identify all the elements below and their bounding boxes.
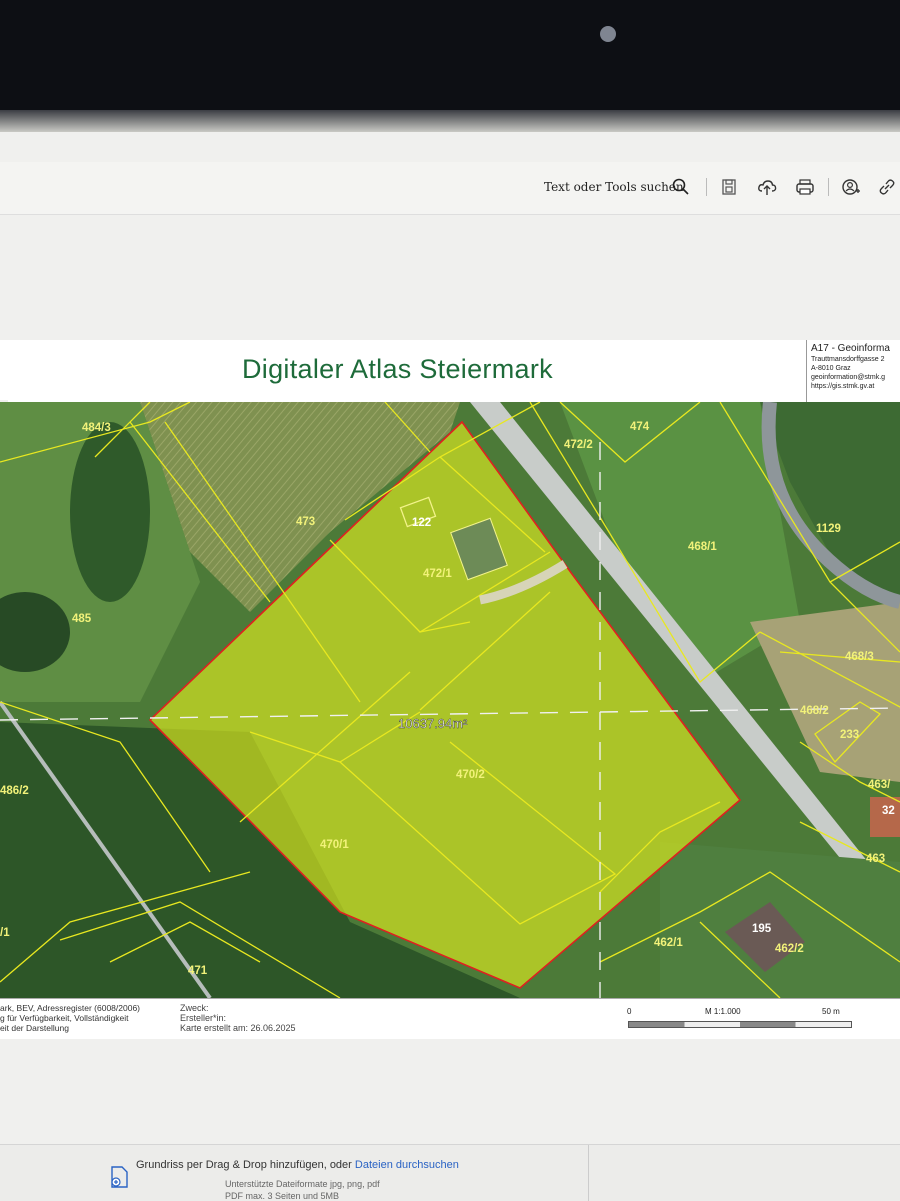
toolbar-separator: [706, 178, 707, 196]
parcel-label: 468/3: [845, 651, 874, 663]
scale-start: 0: [627, 1007, 632, 1016]
parcel-label: 462/2: [775, 943, 804, 955]
link-icon[interactable]: [876, 176, 898, 198]
parcel-label: 472/2: [564, 439, 593, 451]
parcel-label: 472/1: [423, 568, 452, 580]
copyright-notes: ark, BEV, Adressregister (6008/2006) g f…: [0, 1003, 140, 1033]
cloud-upload-icon[interactable]: [756, 176, 778, 198]
info-org: A17 - Geoinforma: [811, 343, 890, 354]
info-street: Trauttmansdorffgasse 2: [811, 356, 885, 363]
created-date: Karte erstellt am: 26.06.2025: [180, 1023, 296, 1033]
webcam: [600, 26, 616, 42]
map-canvas: 484/3 473 485 472/2 474 122 472/1 468/1 …: [0, 401, 900, 1000]
pdf-toolbar: Text oder Tools suchen: [0, 162, 900, 215]
parcel-label: 473: [296, 516, 315, 528]
search-tools-label[interactable]: Text oder Tools suchen: [544, 180, 684, 194]
map-meta: Zweck: Ersteller*in: Karte erstellt am: …: [180, 1003, 296, 1033]
parcel-label: 471: [188, 965, 208, 977]
upload-prompt-text: Grundriss per Drag & Drop hinzufügen, od…: [136, 1159, 355, 1171]
upload-formats: Unterstützte Dateiformate jpg, png, pdf: [225, 1179, 380, 1189]
parcel-label: /1: [0, 927, 10, 939]
upload-divider: [588, 1145, 589, 1201]
house-32: [870, 797, 900, 837]
info-email: geoinformation@stmk.g: [811, 374, 886, 381]
copyright-line: eit der Darstellung: [0, 1023, 69, 1033]
parcel-label: 233: [840, 729, 859, 741]
add-user-icon[interactable]: [840, 176, 862, 198]
scale-ratio: M 1:1.000: [705, 1007, 741, 1016]
parcel-label: 474: [630, 421, 650, 433]
parcel-label: 463/: [868, 779, 891, 791]
parcel-label: 32: [882, 805, 895, 817]
ersteller-label: Ersteller*in:: [180, 1013, 227, 1023]
map-sheet-header: Digitaler Atlas Steiermark A17 - Geoinfo…: [8, 340, 900, 404]
parcel-label: 484/3: [82, 422, 111, 434]
map-footer: ark, BEV, Adressregister (6008/2006) g f…: [0, 998, 900, 1039]
atlas-title: Digitaler Atlas Steiermark: [242, 354, 553, 384]
parcel-label: 462/1: [654, 937, 683, 949]
scale-bar: [628, 1021, 852, 1028]
upload-area[interactable]: Grundriss per Drag & Drop hinzufügen, od…: [0, 1144, 900, 1201]
info-city: A-8010 Graz: [811, 365, 851, 372]
parcel-label: 485: [72, 613, 92, 625]
print-icon[interactable]: [794, 176, 816, 198]
copyright-line: ark, BEV, Adressregister (6008/2006): [0, 1003, 141, 1013]
scale-end: 50 m: [822, 1007, 840, 1016]
upload-prompt: Grundriss per Drag & Drop hinzufügen, od…: [136, 1159, 459, 1171]
parcel-label: 1129: [816, 523, 841, 535]
tree-line: [70, 422, 150, 602]
parcel-label: 468/2: [800, 705, 829, 717]
parcel-label: 122: [412, 517, 431, 529]
parcel-label: 470/1: [320, 839, 349, 851]
zweck-label: Zweck:: [180, 1003, 209, 1013]
parcel-label: 463: [866, 853, 885, 865]
search-icon[interactable]: [670, 176, 692, 198]
parcel-label: 486/2: [0, 785, 29, 797]
save-icon[interactable]: [718, 176, 740, 198]
info-url: https://gis.stmk.gv.at: [811, 383, 875, 390]
area-measurement-label: 10637.94m²: [398, 716, 468, 731]
parcel-label: 470/2: [456, 769, 485, 781]
file-upload-icon: [111, 1166, 128, 1188]
browse-files-link[interactable]: Dateien durchsuchen: [355, 1159, 459, 1171]
toolbar-separator: [828, 178, 829, 196]
parcel-label: 468/1: [688, 541, 717, 553]
bezel-edge: [0, 110, 900, 132]
monitor-bezel: [0, 0, 900, 110]
aerial-map[interactable]: 484/3 473 485 472/2 474 122 472/1 468/1 …: [0, 401, 900, 1000]
parcel-label: 195: [752, 923, 772, 935]
info-box: A17 - Geoinforma Trauttmansdorffgasse 2 …: [806, 340, 900, 404]
copyright-line: g für Verfügbarkeit, Vollständigkeit: [0, 1013, 129, 1023]
